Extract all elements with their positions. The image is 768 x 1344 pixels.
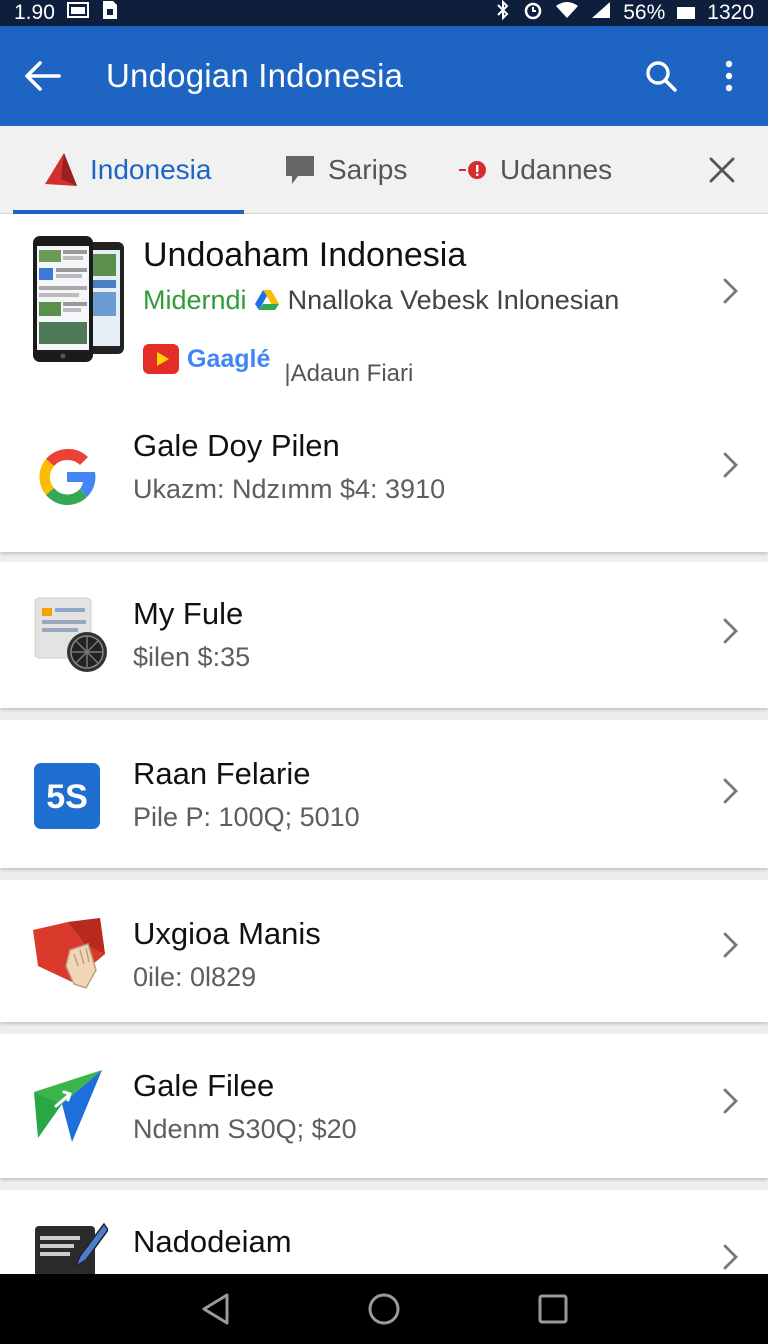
battery-percent: 56% [623, 1, 666, 24]
chevron-right-icon [723, 932, 738, 958]
chevron-right-icon [723, 618, 738, 644]
list-item[interactable]: My Fule $ilen $:35 [0, 562, 768, 708]
search-icon [646, 61, 677, 92]
search-button[interactable] [628, 26, 694, 126]
tab-udannes[interactable]: Udannes [442, 126, 676, 214]
item-name: Raan Felarie [133, 756, 311, 791]
nav-home-icon [368, 1293, 400, 1325]
status-time: 1320 [707, 1, 754, 24]
item-texts: Nadodeiam [133, 1224, 698, 1260]
5s-badge-text: 5S [46, 778, 88, 816]
system-nav-bar [0, 1274, 768, 1344]
item-subtitle: Pile P: 100Q; 5010 [133, 802, 360, 832]
overflow-menu-icon [725, 60, 733, 92]
close-icon [709, 157, 735, 182]
item-name: Gale Doy Pilen [133, 428, 340, 463]
item-name: My Fule [133, 596, 244, 631]
app-bar: Undogian Indonesia [0, 26, 768, 126]
list-item[interactable]: Nadodeiam [0, 1190, 768, 1282]
signal-icon [591, 1, 611, 25]
more-options-button[interactable] [694, 26, 764, 126]
chevron-right-icon [723, 778, 738, 804]
comment-icon [286, 155, 314, 184]
red-hand-icon [30, 914, 108, 992]
item-name: Uxgioa Manis [133, 916, 321, 951]
nav-back-button[interactable] [185, 1279, 245, 1339]
youtube-play-icon [143, 344, 179, 374]
nav-home-button[interactable] [354, 1279, 414, 1339]
brand-logo-text: Gaaglé [187, 344, 271, 373]
list-card: Uxgioa Manis 0ile: 0l829 [0, 880, 768, 1022]
red-arrow-icon [45, 152, 77, 186]
item-subtitle: $ilen $:35 [133, 642, 251, 672]
status-left: 1.90 [14, 0, 119, 26]
list-card: Gale Filee Ndenm S30Q; $20 [0, 1034, 768, 1178]
alarm-icon [523, 0, 543, 26]
brand-logo-text: Gaaglé [187, 345, 270, 374]
brand-row: Gaaglé |Adaun Fiari [143, 330, 698, 388]
back-arrow-icon [25, 61, 61, 91]
chevron-right-icon [723, 452, 738, 478]
sim-icon [101, 0, 119, 26]
image-icon [66, 1, 89, 25]
list-item[interactable]: Gale Filee Ndenm S30Q; $20 [0, 1034, 768, 1178]
list-card: Nadodeiam [0, 1190, 768, 1282]
drive-icon [255, 290, 280, 310]
chevron-right-icon [723, 1244, 738, 1270]
subtitle-rest: Nnalloka Vebesk Inlonesian [287, 285, 620, 315]
tab-sarips[interactable]: Sarips [244, 126, 442, 214]
file-icon [34, 596, 108, 674]
nav-recents-button[interactable] [523, 1279, 583, 1339]
chevron-right-icon [723, 1088, 738, 1114]
red-dot-icon [459, 160, 486, 179]
tab-label: Sarips [328, 153, 408, 185]
item-subtitle: 0ile: 0l829 [133, 962, 257, 992]
bluetooth-icon [495, 0, 511, 26]
close-tab-button[interactable] [676, 126, 768, 214]
status-right: 56% 1320 [495, 0, 754, 26]
nav-recents-icon [538, 1294, 568, 1324]
status-bar: 1.90 56% 1320 [0, 0, 768, 26]
notepad-icon [34, 1222, 109, 1282]
item-texts: My Fule $ilen $:35 [133, 596, 698, 673]
wifi-icon [555, 1, 579, 25]
subtitle-highlight: Miderndi [143, 285, 247, 315]
tab-label: Indonesia [90, 153, 212, 185]
featured-texts: Undoaham Indonesia Miderndi Nnalloka Veb… [143, 236, 698, 388]
item-subtitle: Miderndi Nnalloka Vebesk Inlonesian [143, 285, 698, 316]
featured-list-item[interactable]: Undoaham Indonesia Miderndi Nnalloka Veb… [0, 214, 768, 404]
item-name: Nadodeiam [133, 1224, 292, 1259]
list-item[interactable]: Uxgioa Manis 0ile: 0l829 [0, 880, 768, 1022]
chevron-right-icon [723, 278, 738, 304]
tab-indonesia[interactable]: Indonesia [0, 126, 244, 214]
item-name: Undoaham Indonesia [143, 236, 467, 274]
list-card: 5S Raan Felarie Pile P: 100Q; 5010 [0, 720, 768, 868]
brand-caption: |Adaun Fiari [284, 360, 414, 387]
page-title: Undogian Indonesia [106, 57, 404, 94]
battery-icon [677, 1, 696, 25]
item-texts: Uxgioa Manis 0ile: 0l829 [133, 916, 698, 993]
tab-bar: Indonesia Sarips Udannes [0, 126, 768, 214]
list-item[interactable]: Gale Doy Pilen Ukazm: Ndzımm $4: 3910 [0, 404, 768, 552]
list-card: My Fule $ilen $:35 [0, 562, 768, 708]
list-item[interactable]: 5S Raan Felarie Pile P: 100Q; 5010 [0, 720, 768, 868]
tab-label: Udannes [500, 153, 613, 185]
green-arrow-icon [32, 1068, 106, 1144]
item-subtitle: Ukazm: Ndzımm $4: 3910 [133, 474, 446, 504]
phone-screenshot-icon [32, 236, 127, 364]
screen: 1.90 56% 1320 Undogian Indonesia Indones… [0, 0, 768, 1344]
google-g-icon [34, 444, 100, 510]
item-texts: Gale Doy Pilen Ukazm: Ndzımm $4: 3910 [133, 428, 698, 505]
status-left-text: 1.90 [14, 1, 55, 24]
nav-back-icon [202, 1293, 229, 1325]
item-subtitle: Ndenm S30Q; $20 [133, 1114, 357, 1144]
item-name: Gale Filee [133, 1068, 275, 1103]
back-button[interactable] [0, 26, 84, 126]
item-texts: Raan Felarie Pile P: 100Q; 5010 [133, 756, 698, 833]
item-texts: Gale Filee Ndenm S30Q; $20 [133, 1068, 698, 1145]
5s-icon: 5S [33, 762, 101, 830]
list-card: Undoaham Indonesia Miderndi Nnalloka Veb… [0, 214, 768, 552]
